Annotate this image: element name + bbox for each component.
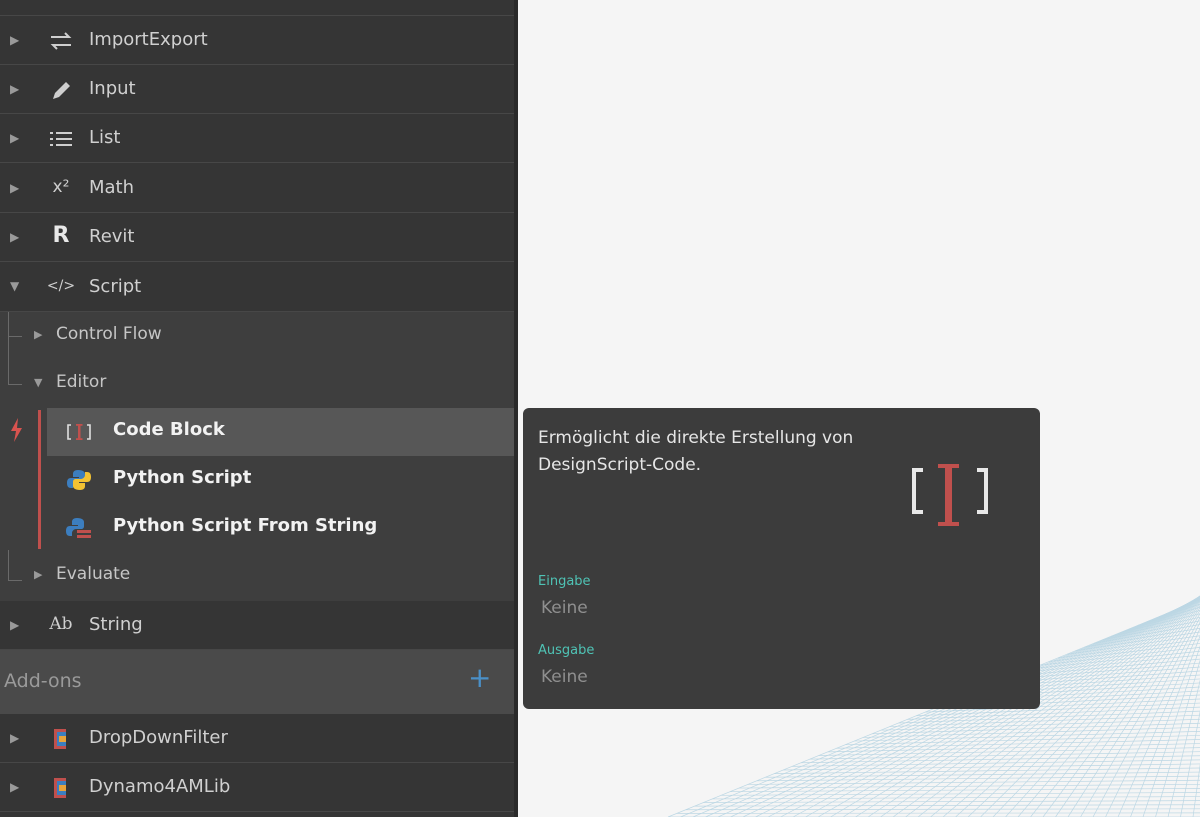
selection-indicator [38, 410, 41, 549]
category-revit[interactable]: ▶ R Revit [0, 213, 514, 262]
code-block-icon [65, 420, 93, 444]
category-label: Math [89, 177, 135, 198]
collapse-arrow-icon[interactable]: ▼ [10, 279, 19, 293]
category-dropdownfilter[interactable]: ▶ DropDownFilter [0, 714, 514, 763]
collapse-arrow-icon[interactable]: ▼ [34, 376, 42, 389]
node-python-script[interactable]: Python Script [47, 456, 514, 504]
string-icon: Ab [49, 614, 73, 634]
category-list[interactable]: ▶ List [0, 114, 514, 163]
tooltip-output-heading: Ausgabe [538, 643, 595, 658]
subcategory-label: Control Flow [56, 324, 162, 344]
category-string[interactable]: ▶ Ab String [0, 601, 514, 650]
expand-arrow-icon[interactable]: ▶ [10, 780, 19, 794]
code-block-icon [912, 464, 988, 526]
expand-arrow-icon[interactable]: ▶ [10, 181, 19, 195]
category-label: DropDownFilter [89, 727, 228, 748]
subcategory-editor[interactable]: ▼ Editor [0, 360, 514, 408]
library-top-strip [0, 0, 514, 16]
expand-arrow-icon[interactable]: ▶ [34, 328, 42, 341]
expand-arrow-icon[interactable]: ▶ [10, 82, 19, 96]
tooltip-input-heading: Eingabe [538, 574, 591, 589]
expand-arrow-icon[interactable]: ▶ [10, 230, 19, 244]
subcategory-label: Evaluate [56, 564, 131, 584]
tooltip-output-value: Keine [541, 667, 588, 687]
subcategory-control-flow[interactable]: ▶ Control Flow [0, 312, 514, 360]
python-string-icon [65, 516, 93, 540]
revit-icon: R [52, 223, 70, 248]
node-tooltip: Ermöglicht die direkte Erstellung von De… [523, 408, 1040, 709]
category-label: Dynamo4AMLib [89, 776, 231, 797]
category-label: ImportExport [89, 29, 208, 50]
expand-arrow-icon[interactable]: ▶ [10, 33, 19, 47]
category-label: Revit [89, 226, 135, 247]
python-icon [65, 468, 93, 492]
script-icon: </> [46, 278, 76, 294]
library-panel-border [514, 0, 518, 817]
category-label: Script [89, 276, 142, 297]
node-python-script-from-string[interactable]: Python Script From String [47, 504, 514, 552]
category-label: Input [89, 78, 136, 99]
subcategory-label: Editor [56, 372, 107, 392]
category-label: List [89, 127, 121, 148]
expand-arrow-icon[interactable]: ▶ [10, 731, 19, 745]
category-math[interactable]: ▶ x² Math [0, 164, 514, 213]
category-label: String [89, 614, 143, 635]
category-dynamo4amlib[interactable]: ▶ Dynamo4AMLib [0, 763, 514, 812]
category-importexport[interactable]: ▶ ImportExport [0, 16, 514, 65]
add-package-button[interactable]: + [468, 664, 491, 692]
expand-arrow-icon[interactable]: ▶ [10, 131, 19, 145]
node-label: Code Block [113, 419, 225, 440]
tooltip-description: Ermöglicht die direkte Erstellung von De… [538, 428, 854, 475]
import-export-icon [46, 29, 76, 53]
category-script[interactable]: ▼ </> Script [0, 263, 514, 312]
node-label: Python Script From String [113, 515, 378, 536]
list-icon [46, 127, 76, 151]
pencil-icon [46, 78, 76, 102]
expand-arrow-icon[interactable]: ▶ [10, 618, 19, 632]
node-label: Python Script [113, 467, 252, 488]
package-icon [46, 727, 76, 751]
subcategory-evaluate[interactable]: ▶ Evaluate [0, 552, 514, 600]
math-icon: x² [52, 177, 70, 197]
expand-arrow-icon[interactable]: ▶ [34, 568, 42, 581]
lightning-icon [10, 418, 24, 447]
addons-label: Add-ons [4, 670, 82, 692]
library-panel: ▶ ImportExport ▶ Input ▶ List ▶ x² Math … [0, 0, 518, 817]
tooltip-input-value: Keine [541, 598, 588, 618]
node-code-block[interactable]: Code Block [47, 408, 514, 456]
category-input[interactable]: ▶ Input [0, 65, 514, 114]
package-icon [46, 776, 76, 800]
addons-header: Add-ons + [0, 650, 514, 715]
